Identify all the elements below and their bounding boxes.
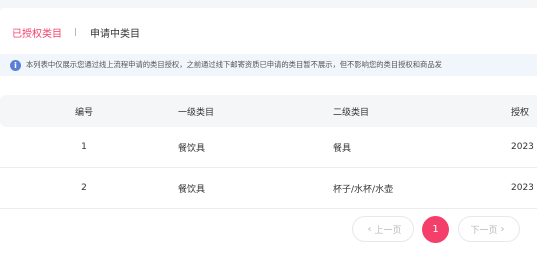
notice-text: 本列表中仅展示您通过线上流程申请的类目授权，之前通过线下邮寄资质已申请的类目暂不… — [26, 60, 442, 69]
row-authorization-date: 2023 — [511, 142, 534, 152]
row-authorization-date: 2023 — [511, 183, 534, 193]
row-level2-category: 餐具 — [333, 143, 352, 154]
column-header-authorization: 授权 — [511, 107, 530, 118]
column-header-level1-category: 一级类目 — [178, 107, 215, 118]
chevron-right-icon: › — [500, 223, 505, 235]
row-number: 1 — [81, 142, 87, 152]
page-1-button[interactable]: 1 — [422, 216, 449, 243]
column-header-level2-category: 二级类目 — [333, 107, 370, 118]
table-row: 2 餐饮具 杯子/水杯/水壶 2023 — [0, 168, 537, 209]
prev-page-label: 上一页 — [374, 225, 402, 236]
row-number: 2 — [81, 183, 87, 193]
info-icon: i — [10, 59, 21, 71]
notice-banner: i 本列表中仅展示您通过线上流程申请的类目授权，之前通过线下邮寄资质已申请的类目… — [0, 54, 537, 76]
tab-authorized-categories[interactable]: 已授权类目 — [12, 25, 62, 40]
row-level2-category: 杯子/水杯/水壶 — [333, 184, 394, 195]
tab-bar: 已授权类目 申请中类目 — [12, 22, 140, 42]
row-level1-category: 餐饮具 — [178, 184, 206, 195]
tab-applying-categories[interactable]: 申请中类目 — [90, 25, 140, 40]
table-row: 1 餐饮具 餐具 2023 — [0, 127, 537, 168]
category-auth-panel: 已授权类目 申请中类目 i 本列表中仅展示您通过线上流程申请的类目授权，之前通过… — [0, 8, 537, 262]
table-header: 编号 一级类目 二级类目 授权 — [0, 95, 537, 127]
column-header-number: 编号 — [74, 107, 93, 118]
next-page-button[interactable]: 下一页 › — [458, 216, 520, 242]
chevron-left-icon: ‹ — [367, 223, 372, 235]
next-page-label: 下一页 — [470, 225, 498, 236]
pagination: ‹ 上一页 1 下一页 › — [0, 214, 537, 244]
prev-page-button[interactable]: ‹ 上一页 — [352, 216, 414, 242]
row-level1-category: 餐饮具 — [178, 143, 206, 154]
tab-divider — [75, 28, 76, 36]
